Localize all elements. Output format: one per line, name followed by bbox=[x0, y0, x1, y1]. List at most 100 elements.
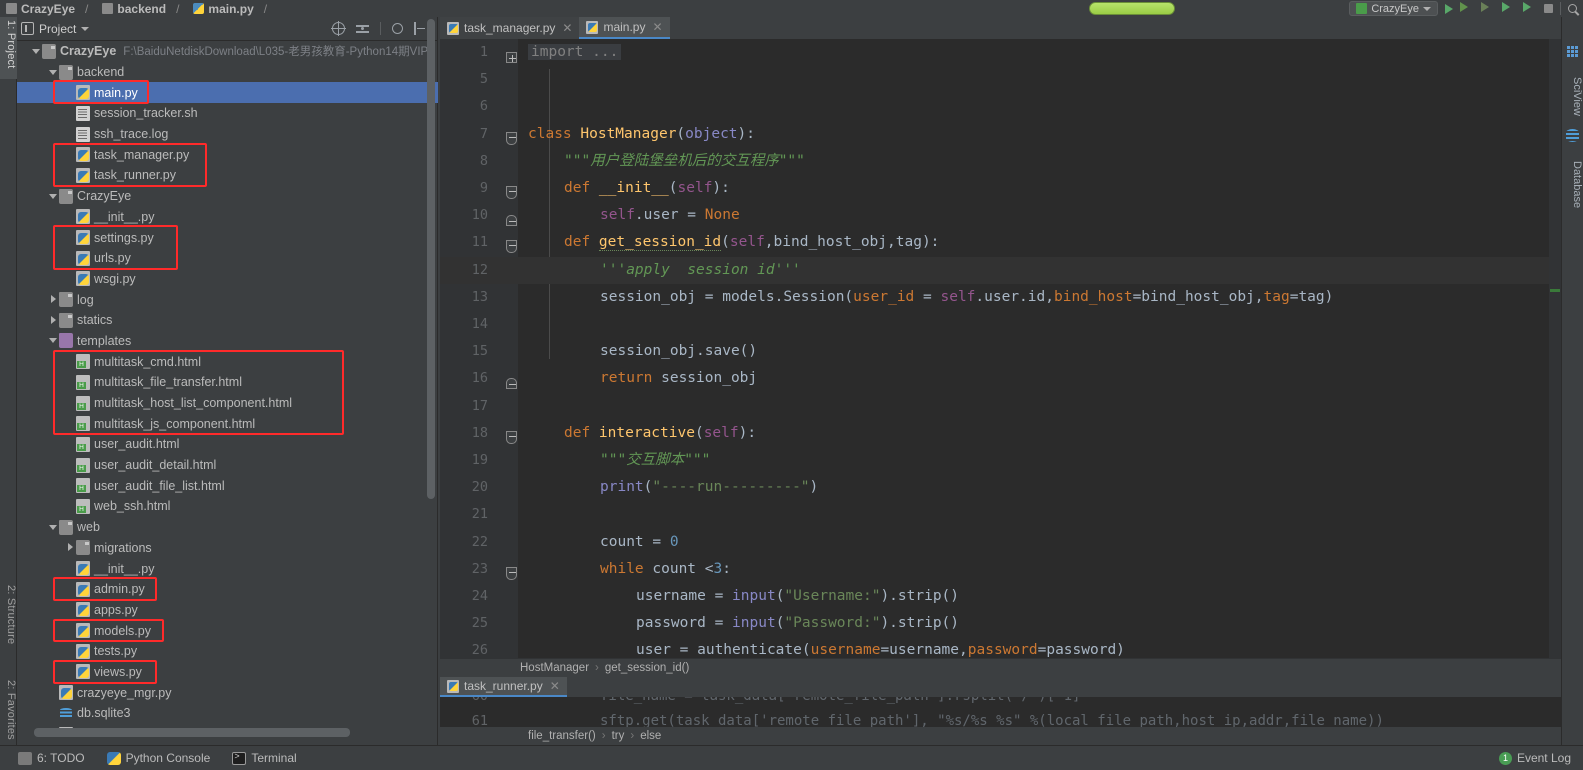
code-line[interactable]: 11 def get_session_id(self,bind_host_obj,… bbox=[440, 229, 1561, 256]
code-fold-shield-icon[interactable] bbox=[506, 128, 518, 145]
project-title-group[interactable]: Project bbox=[21, 22, 90, 36]
code-fold-shield-icon[interactable] bbox=[506, 182, 518, 199]
tree-item-multitask-host-list-component-html[interactable]: multitask_host_list_component.html bbox=[17, 393, 438, 414]
code-line[interactable]: 9 def __init__(self): bbox=[440, 175, 1561, 202]
close-icon[interactable]: ✕ bbox=[550, 679, 560, 693]
tree-item-web[interactable]: web bbox=[17, 517, 438, 538]
code-line[interactable]: 8 """用户登陆堡垒机后的交互程序""" bbox=[440, 148, 1561, 175]
chevron-right-icon[interactable] bbox=[48, 315, 59, 326]
tree-item-apps-py[interactable]: apps.py bbox=[17, 600, 438, 621]
chevron-down-icon[interactable] bbox=[48, 335, 59, 346]
tree-item-urls-py[interactable]: urls.py bbox=[17, 248, 438, 269]
breadcrumb-item-main-py[interactable]: main.py / bbox=[187, 0, 275, 17]
tree-item-views-py[interactable]: views.py bbox=[17, 662, 438, 683]
code-fold-shield-icon[interactable] bbox=[506, 563, 518, 580]
code-fold-cap-icon[interactable] bbox=[506, 372, 518, 390]
code-fold-plus-icon[interactable] bbox=[506, 46, 518, 63]
run-configuration-selector[interactable]: CrazyEye bbox=[1349, 1, 1438, 16]
editor-tab-task-manager-py[interactable]: task_manager.py ✕ bbox=[440, 17, 580, 39]
tree-item-task-manager-py[interactable]: task_manager.py bbox=[17, 144, 438, 165]
close-icon[interactable]: ✕ bbox=[562, 21, 572, 35]
attach-icon[interactable] bbox=[1523, 1, 1537, 16]
run-icon[interactable] bbox=[1445, 3, 1453, 14]
code-line[interactable]: 15 session_obj.save() bbox=[440, 338, 1561, 365]
code-line[interactable]: 6 bbox=[440, 93, 1561, 120]
tree-item-migrations[interactable]: migrations bbox=[17, 538, 438, 559]
tool-tab-database[interactable]: Database bbox=[1561, 141, 1583, 229]
tree-item-db-sqlite3[interactable]: db.sqlite3 bbox=[17, 703, 438, 724]
tree-item-multitask-js-component-html[interactable]: multitask_js_component.html bbox=[17, 413, 438, 434]
tree-item-log[interactable]: log bbox=[17, 289, 438, 310]
code-line[interactable]: 14 bbox=[440, 311, 1561, 338]
coverage-icon[interactable] bbox=[1481, 1, 1495, 16]
breadcrumb-segment[interactable]: file_transfer() bbox=[528, 730, 596, 742]
code-line[interactable]: 18 def interactive(self): bbox=[440, 420, 1561, 447]
code-line[interactable]: 13 session_obj = models.Session(user_id =… bbox=[440, 284, 1561, 311]
status-item-python-console[interactable]: Python Console bbox=[99, 751, 225, 765]
tree-item-task-runner-py[interactable]: task_runner.py bbox=[17, 165, 438, 186]
search-icon[interactable] bbox=[1568, 4, 1577, 13]
code-line[interactable]: 1 import ... bbox=[440, 39, 1561, 66]
code-line[interactable]: 7 class HostManager(object): bbox=[440, 121, 1561, 148]
code-line[interactable]: 26 user = authenticate(username=username,… bbox=[440, 637, 1561, 658]
breadcrumb-segment[interactable]: get_session_id() bbox=[605, 662, 689, 674]
tool-tab-project[interactable]: 1: Project bbox=[0, 17, 17, 79]
lower-code-editor[interactable]: 60 file_name = task_data['remote_file_pat… bbox=[440, 697, 1561, 727]
tree-item-statics[interactable]: statics bbox=[17, 310, 438, 331]
debug-icon[interactable] bbox=[1460, 1, 1474, 16]
code-fold-shield-icon[interactable] bbox=[506, 236, 518, 254]
tree-item-crazyeye-mgr-py[interactable]: crazyeye_mgr.py bbox=[17, 682, 438, 703]
project-tree[interactable]: CrazyEye F:\BaiduNetdiskDownload\L035-老男孩… bbox=[17, 41, 438, 735]
tree-item-backend[interactable]: backend bbox=[17, 62, 438, 83]
tree-horizontal-scrollbar[interactable] bbox=[34, 728, 350, 737]
tree-item-ssh-trace-log[interactable]: ssh_trace.log bbox=[17, 124, 438, 145]
code-line[interactable]: 20 print("----run---------") bbox=[440, 474, 1561, 501]
tree-item-user-audit-detail-html[interactable]: user_audit_detail.html bbox=[17, 455, 438, 476]
tree-item---init---py[interactable]: __init__.py bbox=[17, 207, 438, 228]
hide-panel-icon[interactable] bbox=[414, 22, 427, 35]
stop-icon[interactable] bbox=[1544, 4, 1553, 13]
code-line[interactable]: 24 username = input("Username:").strip() bbox=[440, 583, 1561, 610]
code-line[interactable]: 10 self.user = None bbox=[440, 202, 1561, 229]
tree-item-user-audit-file-list-html[interactable]: user_audit_file_list.html bbox=[17, 475, 438, 496]
breadcrumb-segment[interactable]: else bbox=[640, 730, 661, 742]
editor-breadcrumb[interactable]: HostManager › get_session_id() bbox=[440, 658, 1561, 677]
close-icon[interactable]: ✕ bbox=[652, 20, 662, 34]
chevron-right-icon[interactable] bbox=[65, 542, 76, 553]
chevron-down-icon[interactable] bbox=[81, 26, 90, 31]
tree-item-main-py[interactable]: main.py bbox=[17, 82, 438, 104]
code-fold-cap-icon[interactable] bbox=[506, 209, 518, 227]
settings-gear-icon[interactable] bbox=[392, 23, 403, 34]
tree-vertical-scrollbar[interactable] bbox=[427, 19, 435, 499]
code-line[interactable]: 19 """交互脚本""" bbox=[440, 447, 1561, 474]
tool-tab-structure[interactable]: 2: Structure bbox=[0, 582, 17, 674]
locate-icon[interactable] bbox=[331, 21, 346, 36]
tree-item-tests-py[interactable]: tests.py bbox=[17, 641, 438, 662]
tree-item-admin-py[interactable]: admin.py bbox=[17, 579, 438, 600]
breadcrumb-item-crazyeye[interactable]: CrazyEye / bbox=[0, 0, 96, 17]
tree-item-user-audit-html[interactable]: user_audit.html bbox=[17, 434, 438, 455]
editor-marker-bar[interactable] bbox=[1549, 39, 1561, 658]
status-item-todo[interactable]: 6: TODO bbox=[10, 751, 99, 765]
code-line[interactable]: 22 count = 0 bbox=[440, 529, 1561, 556]
chevron-down-icon[interactable] bbox=[48, 522, 59, 533]
tree-item-settings-py[interactable]: settings.py bbox=[17, 227, 438, 248]
chevron-down-icon[interactable] bbox=[31, 46, 42, 57]
lower-editor-breadcrumb[interactable]: file_transfer() › try › else bbox=[440, 727, 1561, 745]
tree-item-multitask-cmd-html[interactable]: multitask_cmd.html bbox=[17, 351, 438, 372]
lower-code-line[interactable]: 61 sftp.get(task_data['remote_file_path']… bbox=[440, 709, 1561, 727]
tool-tab-sciview[interactable]: SciView bbox=[1561, 57, 1583, 137]
tree-item-crazyeye[interactable]: CrazyEye bbox=[17, 186, 438, 207]
tree-item-multitask-file-transfer-html[interactable]: multitask_file_transfer.html bbox=[17, 372, 438, 393]
tree-item---init---py[interactable]: __init__.py bbox=[17, 558, 438, 579]
code-fold-shield-icon[interactable] bbox=[506, 427, 518, 444]
breadcrumb-segment[interactable]: try bbox=[612, 730, 625, 742]
collapse-all-icon[interactable] bbox=[356, 22, 369, 35]
code-line[interactable]: 17 bbox=[440, 393, 1561, 420]
profile-icon[interactable] bbox=[1502, 1, 1516, 16]
event-log-button[interactable]: 1 Event Log bbox=[1498, 751, 1583, 765]
code-line[interactable]: 25 password = input("Password:").strip() bbox=[440, 610, 1561, 637]
chevron-right-icon[interactable] bbox=[48, 294, 59, 305]
tree-item-crazyeye[interactable]: CrazyEye F:\BaiduNetdiskDownload\L035-老男孩… bbox=[17, 41, 438, 62]
tree-item-wsgi-py[interactable]: wsgi.py bbox=[17, 269, 438, 290]
